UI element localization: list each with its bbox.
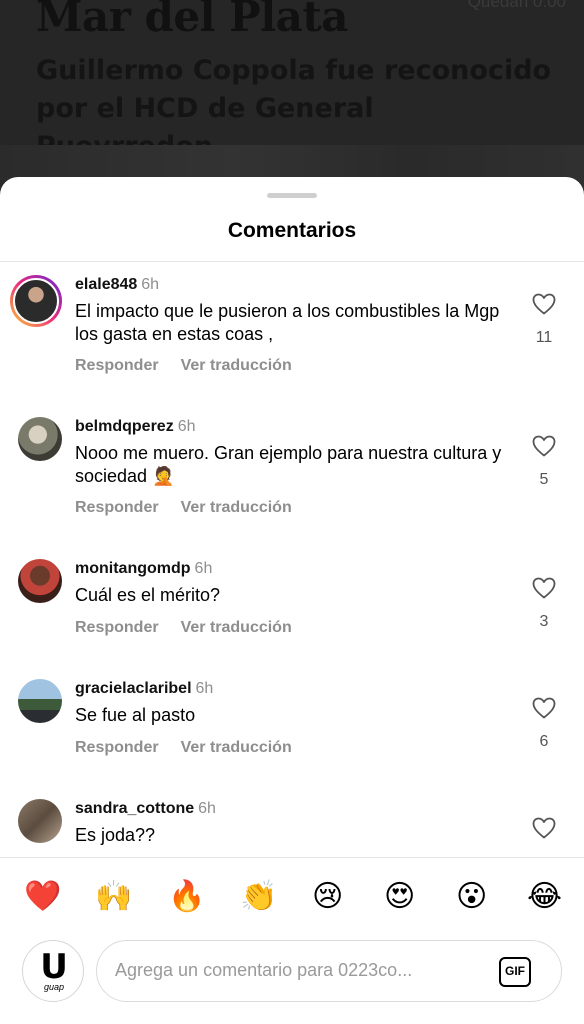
current-user-avatar: U guap — [22, 940, 84, 1002]
comment-actions: Responder Ver traducción — [75, 739, 314, 757]
like-count: 6 — [539, 733, 549, 750]
reaction-clap[interactable]: 👏 — [240, 880, 277, 914]
comment-time: 6h — [195, 680, 214, 697]
reply-button[interactable]: Responder — [75, 499, 159, 516]
heart-icon — [532, 435, 556, 457]
gif-button[interactable]: GIF — [499, 957, 531, 987]
reaction-crying[interactable]: 😢 — [312, 880, 343, 914]
reaction-heart-eyes[interactable]: 😍 — [384, 880, 415, 914]
comment-username[interactable]: gracielaclaribel — [75, 680, 192, 697]
translate-button[interactable]: Ver traducción — [181, 739, 292, 756]
avatar-belmdqperez[interactable] — [18, 417, 62, 461]
post-city-title: Mar del Plata — [36, 0, 349, 41]
comment-text: Es joda?? — [75, 825, 156, 845]
like-button[interactable] — [530, 435, 558, 457]
comment-text: Cuál es el mérito? — [75, 585, 221, 605]
avatar-monitangomdp[interactable] — [18, 559, 62, 603]
comment-meta: sandra_cottone 6h — [75, 800, 216, 818]
comment-meta: elale848 6h — [75, 276, 159, 294]
comment-text: Se fue al pasto — [75, 705, 196, 725]
like-button[interactable] — [530, 293, 558, 315]
comment-username[interactable]: sandra_cottone — [75, 800, 194, 817]
comment-time: 6h — [141, 276, 160, 293]
comment-text: Nooo me muero. Gran ejemplo para nuestra… — [75, 443, 502, 486]
comment-actions: Responder Ver traducción — [75, 357, 314, 375]
avatar-subtext: guap — [43, 982, 65, 992]
comment-username[interactable]: elale848 — [75, 276, 137, 293]
comment-meta: belmdqperez 6h — [75, 418, 195, 436]
comment-time: 6h — [194, 560, 213, 577]
comment-meta: gracielaclaribel 6h — [75, 680, 213, 698]
like-button[interactable] — [530, 577, 558, 599]
avatar-gracielaclaribel[interactable] — [18, 679, 62, 723]
avatar-letter: U — [40, 947, 68, 987]
translate-button[interactable]: Ver traducción — [181, 619, 292, 636]
comment-username[interactable]: belmdqperez — [75, 418, 174, 435]
reaction-heart[interactable]: ❤️ — [24, 880, 61, 914]
reaction-laughing[interactable]: 😂 — [527, 880, 562, 914]
reaction-surprised[interactable]: 😮 — [456, 880, 487, 914]
comment-username[interactable]: monitangomdp — [75, 560, 191, 577]
comment-time: 6h — [198, 800, 216, 817]
sheet-title: Comentarios — [227, 219, 357, 242]
avatar-elale848[interactable] — [10, 275, 62, 327]
quick-reactions-bar: ❤️ 🙌 🔥 👏 😢 😍 😮 😂 — [0, 857, 584, 937]
comments-sheet: Comentarios elale848 6h El impacto que le… — [0, 177, 584, 1024]
title-divider — [0, 261, 584, 262]
avatar-sandra-cottone[interactable] — [18, 799, 62, 843]
reaction-fire[interactable]: 🔥 — [168, 880, 205, 914]
reply-button[interactable]: Responder — [75, 619, 159, 636]
comment-actions: Responder Ver traducción — [75, 499, 314, 517]
reply-button[interactable]: Responder — [75, 357, 159, 374]
comment-time: 6h — [177, 418, 196, 435]
comment-input[interactable]: Agrega un comentario para 0223co... GIF — [96, 940, 562, 1002]
comment-input-placeholder: Agrega un comentario para 0223co... — [115, 960, 413, 980]
like-button[interactable] — [530, 697, 558, 719]
reply-button[interactable]: Responder — [75, 739, 159, 756]
translate-button[interactable]: Ver traducción — [181, 499, 292, 516]
translate-button[interactable]: Ver traducción — [181, 357, 292, 374]
story-timer: Quedan 0:00 — [467, 0, 566, 11]
heart-icon — [532, 817, 556, 839]
comment-text: El impacto que le pusieron a los combust… — [75, 301, 500, 344]
like-count: 11 — [535, 329, 553, 346]
comment-actions: Responder Ver traducción — [75, 619, 314, 637]
comment-meta: monitangomdp 6h — [75, 560, 212, 578]
comment-composer: U guap Agrega un comentario para 0223co.… — [0, 934, 584, 1024]
like-count: 5 — [539, 471, 549, 488]
heart-icon — [532, 293, 556, 315]
reaction-raised-hands[interactable]: 🙌 — [95, 880, 132, 914]
like-button[interactable] — [530, 817, 558, 839]
comment-list[interactable]: elale848 6h El impacto que le pusieron a … — [0, 263, 584, 857]
heart-icon — [532, 697, 556, 719]
like-count: 3 — [539, 613, 549, 630]
heart-icon — [532, 577, 556, 599]
sheet-drag-handle[interactable] — [267, 193, 317, 198]
